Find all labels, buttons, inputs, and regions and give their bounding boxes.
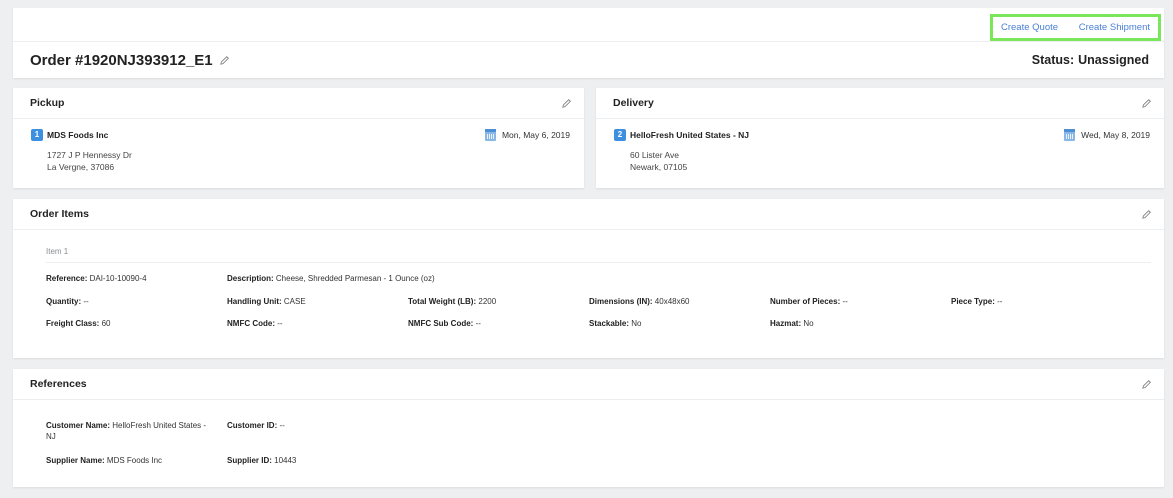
pickup-name: MDS Foods Inc <box>47 130 109 140</box>
field-value: No <box>631 319 642 328</box>
dimensions-field: Dimensions (IN): 40x48x60 <box>589 297 690 306</box>
freight-class-field: Freight Class: 60 <box>46 319 110 328</box>
pickup-address-line1: 1727 J P Hennessy Dr <box>47 150 132 160</box>
delivery-card: Delivery 2 HelloFresh United States - NJ… <box>596 88 1164 188</box>
field-label: Dimensions (IN): <box>589 297 653 306</box>
pickup-card-header: Pickup <box>13 88 584 119</box>
number-of-pieces-field: Number of Pieces: -- <box>770 297 848 306</box>
field-value: 60 <box>101 319 111 328</box>
hazmat-field: Hazmat: No <box>770 319 814 328</box>
field-value: DAI-10-10090-4 <box>89 274 147 283</box>
field-label: NMFC Code: <box>227 319 275 328</box>
delivery-address-line2: Newark, 07105 <box>630 162 688 172</box>
field-label: Number of Pieces: <box>770 297 841 306</box>
stop-number-badge: 1 <box>31 129 43 141</box>
nmfc-code-field: NMFC Code: -- <box>227 319 283 328</box>
field-value: 10443 <box>274 456 297 465</box>
item-divider <box>46 262 1151 263</box>
field-value: Cheese, Shredded Parmesan - 1 Ounce (oz) <box>275 274 435 283</box>
references-header: References <box>13 369 1164 400</box>
pickup-address-line2: La Vergne, 37086 <box>47 162 115 172</box>
references-title: References <box>30 378 87 390</box>
field-label: Supplier ID: <box>227 456 272 465</box>
create-shipment-link[interactable]: Create Shipment <box>1079 22 1150 33</box>
delivery-name: HelloFresh United States - NJ <box>630 130 750 140</box>
edit-pickup-pencil-icon[interactable] <box>561 98 572 109</box>
field-label: Customer ID: <box>227 421 278 430</box>
piece-type-field: Piece Type: -- <box>951 297 1002 306</box>
field-value: -- <box>279 421 285 430</box>
pickup-date: Mon, May 6, 2019 <box>484 129 570 141</box>
delivery-date: Wed, May 8, 2019 <box>1064 129 1150 141</box>
edit-references-pencil-icon[interactable] <box>1141 379 1152 390</box>
pickup-date-text: Mon, May 6, 2019 <box>501 130 570 140</box>
field-label: Total Weight (LB): <box>408 297 477 306</box>
pencil-icon[interactable] <box>219 55 230 66</box>
field-value: 40x48x60 <box>654 297 690 306</box>
order-number: Order #1920NJ393912_E1 <box>30 51 213 69</box>
references-card: References Customer Name: HelloFresh Uni… <box>13 369 1164 487</box>
field-value: HelloFresh United States - <box>112 421 207 430</box>
field-value: 2200 <box>478 297 497 306</box>
total-weight-field: Total Weight (LB): 2200 <box>408 297 496 306</box>
delivery-title: Delivery <box>613 97 654 109</box>
stackable-field: Stackable: No <box>589 319 642 328</box>
edit-delivery-pencil-icon[interactable] <box>1141 98 1152 109</box>
field-value: CASE <box>283 297 306 306</box>
field-label: Hazmat: <box>770 319 802 328</box>
quantity-field: Quantity: -- <box>46 297 89 306</box>
field-value: -- <box>277 319 283 328</box>
order-items-title: Order Items <box>30 208 89 220</box>
order-status: Status: Unassigned <box>1032 53 1149 67</box>
delivery-date-text: Wed, May 8, 2019 <box>1081 130 1150 140</box>
pickup-address: 1727 J P Hennessy Dr La Vergne, 37086 <box>47 149 132 173</box>
item-label: Item 1 <box>46 247 69 256</box>
delivery-address: 60 Lister Ave Newark, 07105 <box>630 149 687 173</box>
order-title-row: Order #1920NJ393912_E1 Status: Unassigne… <box>13 41 1164 78</box>
field-label: NMFC Sub Code: <box>408 319 474 328</box>
field-label: Reference: <box>46 274 88 283</box>
calendar-icon <box>484 129 496 141</box>
create-quote-link[interactable]: Create Quote <box>1001 22 1058 33</box>
edit-items-pencil-icon[interactable] <box>1141 209 1152 220</box>
supplier-name-field: Supplier Name: MDS Foods Inc <box>46 455 162 466</box>
customer-name-field: Customer Name: HelloFresh United States … <box>46 420 224 442</box>
field-value: -- <box>475 319 481 328</box>
delivery-card-header: Delivery <box>596 88 1164 119</box>
order-title: Order #1920NJ393912_E1 <box>30 52 230 69</box>
pickup-card: Pickup 1 MDS Foods Inc 1727 J P Hennessy… <box>13 88 584 188</box>
delivery-stop: 2 HelloFresh United States - NJ 60 Liste… <box>596 119 1164 187</box>
supplier-id-field: Supplier ID: 10443 <box>227 455 296 466</box>
field-label: Customer Name: <box>46 421 111 430</box>
calendar-icon <box>1064 129 1076 141</box>
field-label: Description: <box>227 274 274 283</box>
pickup-stop: 1 MDS Foods Inc 1727 J P Hennessy Dr La … <box>13 119 584 187</box>
field-value: MDS Foods Inc <box>106 456 163 465</box>
field-label: Piece Type: <box>951 297 995 306</box>
field-label: Stackable: <box>589 319 630 328</box>
order-items-header: Order Items <box>13 199 1164 230</box>
field-value: -- <box>842 297 848 306</box>
field-value: No <box>803 319 814 328</box>
nmfc-sub-code-field: NMFC Sub Code: -- <box>408 319 481 328</box>
order-header: Create Quote Create Shipment Order #1920… <box>13 8 1164 78</box>
field-value: -- <box>83 297 89 306</box>
status-label: Status: <box>1031 53 1075 67</box>
field-label: Quantity: <box>46 297 82 306</box>
status-value: Unassigned <box>1078 53 1149 67</box>
reference-field: Reference: DAI-10-10090-4 <box>46 274 147 283</box>
customer-id-field: Customer ID: -- <box>227 420 285 431</box>
handling-unit-field: Handling Unit: CASE <box>227 297 306 306</box>
field-label: Freight Class: <box>46 319 100 328</box>
pickup-title: Pickup <box>30 97 65 109</box>
description-field: Description: Cheese, Shredded Parmesan -… <box>227 274 435 283</box>
field-label: Handling Unit: <box>227 297 282 306</box>
field-label: Supplier Name: <box>46 456 105 465</box>
header-actions: Create Quote Create Shipment <box>990 14 1161 41</box>
field-value: -- <box>997 297 1003 306</box>
delivery-address-line1: 60 Lister Ave <box>630 150 679 160</box>
order-items-card: Order Items Item 1 Reference: DAI-10-100… <box>13 199 1164 358</box>
field-value-continued: NJ <box>46 432 56 441</box>
stop-number-badge: 2 <box>614 129 626 141</box>
